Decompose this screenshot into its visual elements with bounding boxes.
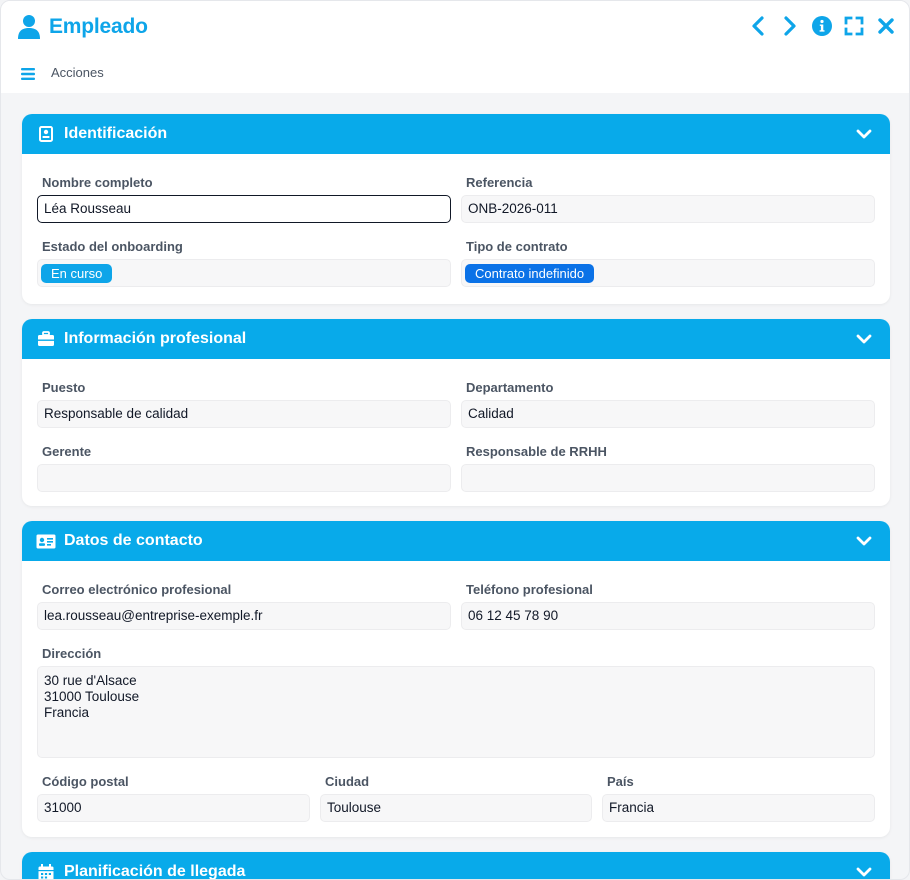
email-input[interactable]: lea.rousseau@entreprise-exemple.fr — [37, 602, 451, 630]
department-field: Departamento Calidad — [461, 380, 875, 430]
calendar-icon — [36, 863, 56, 879]
window-header: Empleado Acciones — [1, 1, 909, 93]
identification-title: Identificación — [64, 125, 168, 142]
postal-code-label: Código postal — [42, 774, 129, 789]
email-field: Correo electrónico profesional lea.rouss… — [37, 582, 451, 632]
contract-type-field: Tipo de contrato Contrato indefinido — [461, 239, 875, 289]
user-icon — [17, 14, 41, 40]
briefcase-icon — [36, 330, 56, 348]
city-label: Ciudad — [325, 774, 370, 789]
full-name-label: Nombre completo — [42, 175, 153, 190]
actions-menu-button[interactable]: Acciones — [21, 65, 104, 80]
contact-section: Datos de contacto Correo electrónico pro… — [22, 521, 890, 837]
department-input[interactable]: Calidad — [461, 400, 875, 428]
page-title: Empleado — [49, 15, 148, 38]
professional-title: Información profesional — [64, 330, 247, 347]
city-field: Ciudad Toulouse — [320, 774, 592, 824]
chevron-left-icon — [752, 16, 764, 36]
postal-code-input[interactable]: 31000 — [37, 794, 310, 822]
hr-manager-label: Responsable de RRHH — [466, 444, 607, 459]
professional-section: Información profesional Puesto Responsab… — [22, 319, 890, 506]
onboarding-status-label: Estado del onboarding — [42, 239, 183, 254]
country-label: País — [607, 774, 634, 789]
contact-card-icon — [36, 532, 56, 550]
next-record-button[interactable] — [779, 15, 801, 37]
address-field: Dirección 30 rue d'Alsace 31000 Toulouse… — [37, 646, 875, 760]
actions-label: Acciones — [51, 65, 104, 80]
contact-section-header[interactable]: Datos de contacto — [22, 521, 890, 561]
country-field: País Francia — [602, 774, 875, 824]
full-name-field: Nombre completo Léa Rousseau — [37, 175, 451, 225]
country-input[interactable]: Francia — [602, 794, 875, 822]
email-label: Correo electrónico profesional — [42, 582, 232, 597]
full-name-input[interactable]: Léa Rousseau — [37, 195, 451, 223]
hr-manager-field: Responsable de RRHH — [461, 444, 875, 494]
city-input[interactable]: Toulouse — [320, 794, 592, 822]
contact-title: Datos de contacto — [64, 532, 203, 549]
id-badge-icon — [36, 125, 56, 143]
close-icon — [878, 18, 894, 34]
position-field: Puesto Responsable de calidad — [37, 380, 451, 430]
manager-field: Gerente — [37, 444, 451, 494]
postal-code-field: Código postal 31000 — [37, 774, 310, 824]
hr-manager-input[interactable] — [461, 464, 875, 492]
fullscreen-button[interactable] — [843, 15, 865, 37]
hamburger-icon — [21, 67, 35, 80]
contract-type-label: Tipo de contrato — [466, 239, 568, 254]
chevron-down-icon — [856, 334, 872, 344]
reference-input[interactable]: ONB-2026-011 — [461, 195, 875, 223]
address-label: Dirección — [42, 646, 102, 661]
identification-section: Identificación Nombre completo Léa Rouss… — [22, 114, 890, 304]
expand-icon — [844, 16, 864, 36]
previous-record-button[interactable] — [747, 15, 769, 37]
chevron-down-icon — [856, 536, 872, 546]
info-icon — [812, 16, 832, 36]
department-label: Departamento — [466, 380, 554, 395]
arrival-section: Planificación de llegada — [22, 852, 890, 880]
position-label: Puesto — [42, 380, 86, 395]
onboarding-status-select[interactable]: En curso — [37, 259, 451, 287]
phone-input[interactable]: 06 12 45 78 90 — [461, 602, 875, 630]
manager-input[interactable] — [37, 464, 451, 492]
contract-type-select[interactable]: Contrato indefinido — [461, 259, 875, 287]
reference-field: Referencia ONB-2026-011 — [461, 175, 875, 225]
identification-section-header[interactable]: Identificación — [22, 114, 890, 154]
window-controls — [747, 15, 897, 37]
info-button[interactable] — [811, 15, 833, 37]
manager-label: Gerente — [42, 444, 92, 459]
chevron-right-icon — [784, 16, 796, 36]
phone-label: Teléfono profesional — [466, 582, 593, 597]
chevron-down-icon — [856, 129, 872, 139]
arrival-section-header[interactable]: Planificación de llegada — [22, 852, 890, 880]
contract-badge: Contrato indefinido — [465, 264, 595, 283]
title-area: Empleado — [17, 14, 148, 40]
position-input[interactable]: Responsable de calidad — [37, 400, 451, 428]
arrival-title: Planificación de llegada — [64, 863, 246, 880]
onboarding-status-field: Estado del onboarding En curso — [37, 239, 451, 289]
close-button[interactable] — [875, 15, 897, 37]
employee-window: Empleado Acciones Identificación Nombre … — [0, 0, 910, 880]
phone-field: Teléfono profesional 06 12 45 78 90 — [461, 582, 875, 632]
professional-section-header[interactable]: Información profesional — [22, 319, 890, 359]
status-badge: En curso — [41, 264, 113, 283]
reference-label: Referencia — [466, 175, 533, 190]
address-textarea[interactable]: 30 rue d'Alsace 31000 Toulouse Francia — [37, 666, 875, 758]
chevron-down-icon — [856, 867, 872, 877]
